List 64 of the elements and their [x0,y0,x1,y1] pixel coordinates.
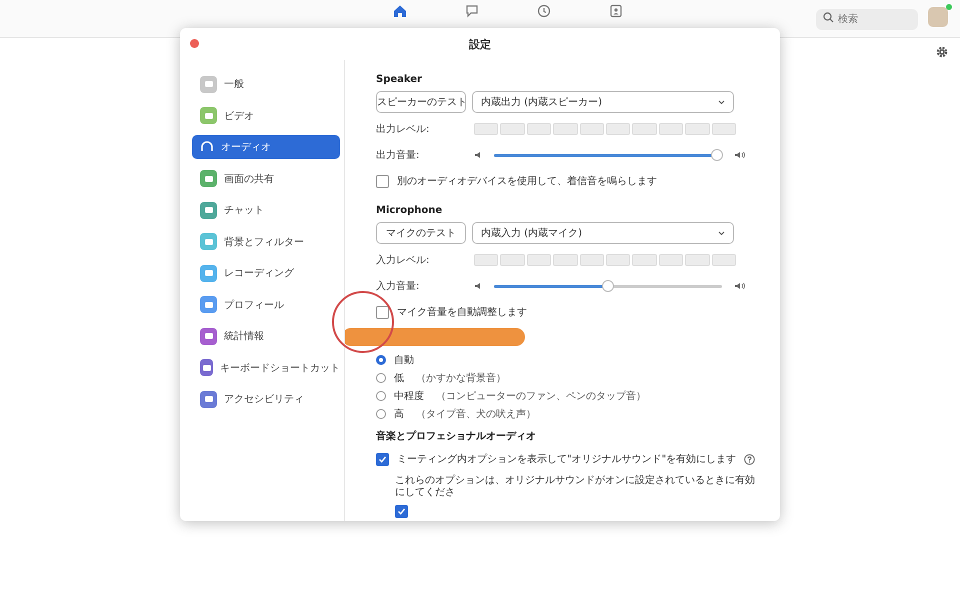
sidebar-item[interactable]: アクセシビリティ [192,387,340,411]
test-button[interactable]: マイクのテスト [376,222,466,244]
help-icon[interactable] [744,454,756,464]
sidebar-item[interactable]: オーディオ [192,135,340,159]
annotation-circle [332,291,394,353]
check-icon [397,506,406,516]
radio-button[interactable] [376,409,386,419]
device-dropdown[interactable]: 内蔵入力 (内蔵マイク) [472,222,734,244]
help-text: これらのオプションは、オリジナルサウンドがオンに設定されているときに有効にしてくださ [395,475,756,499]
window-title: 設定 [469,36,491,52]
option-label: 自動 [394,354,414,367]
radio-button[interactable] [376,373,386,383]
sidebar-item[interactable]: 背景とフィルター [192,230,340,254]
slider-thumb[interactable] [711,148,724,160]
field-label: 出力レベル: [376,122,430,136]
sidebar-item[interactable]: チャット [192,198,340,222]
option-label: 中程度 [394,390,424,403]
chat-bubble-icon [465,4,479,18]
headphones-icon [200,140,214,154]
search-icon [823,12,834,23]
sidebar-item[interactable]: ビデオ [192,104,340,128]
device-dropdown[interactable]: 内蔵出力 (内蔵スピーカー) [472,91,734,113]
speaker-low-icon [474,282,482,290]
slider-thumb[interactable] [602,280,614,292]
checkbox-label: 別のオーディオデバイスを使用して、着信音を鳴らします [397,174,657,188]
sidebar-item[interactable]: 画面の共有 [192,166,340,190]
checkbox[interactable] [376,306,389,318]
option-label: 低 [394,372,404,385]
settings-icon[interactable] [936,46,948,58]
checkbox[interactable] [376,174,389,188]
field-label: 入力音量: [376,280,420,293]
radio-button[interactable] [376,391,386,401]
online-status-dot [946,4,952,10]
field-label: 出力音量: [376,148,420,162]
sidebar-item[interactable]: 統計情報 [192,324,340,348]
clock-icon [537,4,551,18]
checkbox[interactable] [376,452,389,466]
sidebar-item[interactable]: プロフィール [192,292,340,316]
check-icon [378,454,387,464]
contact-card-icon [609,4,623,18]
test-button[interactable]: スピーカーのテスト [376,91,466,113]
speaker-low-icon [474,151,482,159]
option-note: （かすかな背景音） [416,372,506,385]
section-heading: 音楽とプロフェショナルオーディオ [376,429,537,443]
close-button[interactable] [190,39,199,48]
radio-button[interactable] [376,355,386,365]
sidebar-item[interactable]: キーボードショートカット [192,356,340,380]
section-heading: Microphone [376,205,444,216]
sidebar-item[interactable]: レコーディング [192,261,340,285]
checkbox-label: マイク音量を自動調整します [397,306,527,319]
speaker-loud-icon [734,282,746,290]
sidebar-item[interactable]: 一般 [192,72,340,96]
search-field[interactable]: 検索 [816,9,918,30]
checkbox[interactable] [395,504,408,518]
home-icon [393,4,407,18]
checkbox-label: ミーティング内オプションを表示して"オリジナルサウンド"を有効にします [397,452,736,466]
chevron-down-icon [718,230,725,236]
speaker-loud-icon [734,151,746,159]
option-note: （コンピューターのファン、ペンのタップ音） [436,390,646,403]
chevron-down-icon [718,100,725,104]
section-heading: Speaker [376,74,423,85]
field-label: 入力レベル: [376,254,430,267]
option-label: 高 [394,408,404,421]
option-note: （タイプ音、犬の吠え声） [416,408,536,421]
